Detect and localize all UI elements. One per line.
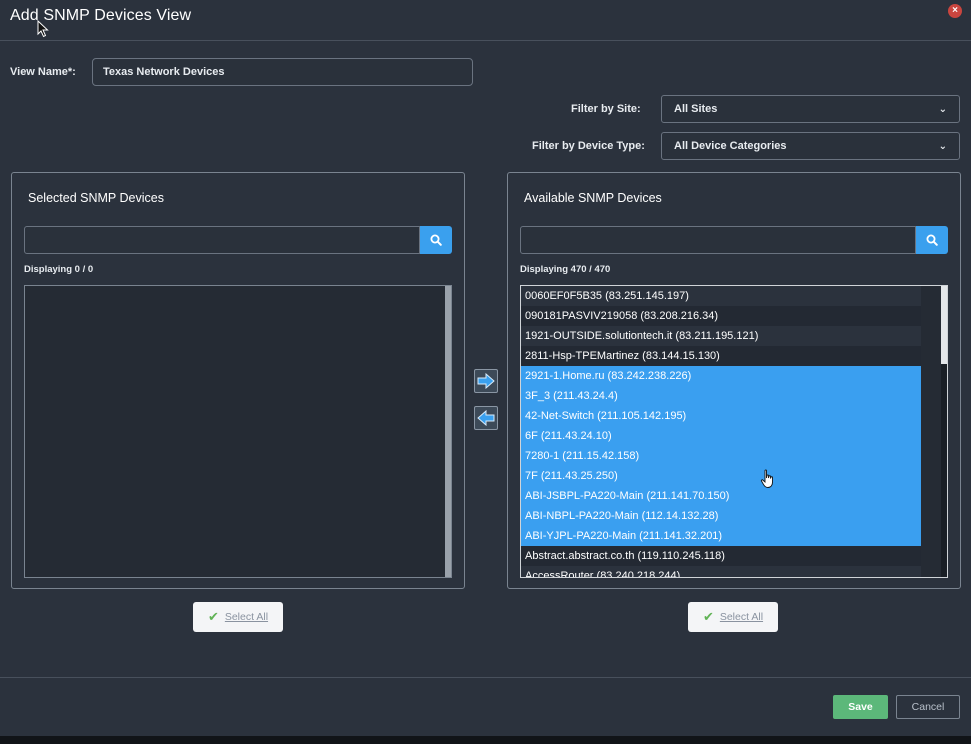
chevron-down-icon: ⌄: [938, 103, 947, 115]
checkmark-icon: ✔: [207, 609, 219, 624]
selected-list-scroll-thumb[interactable]: [445, 286, 451, 577]
header-divider: [0, 40, 971, 41]
device-list-item[interactable]: 3F_3 (211.43.24.4): [521, 386, 921, 406]
available-count: Displaying 470 / 470: [520, 264, 611, 275]
selected-count: Displaying 0 / 0: [24, 264, 94, 275]
device-list-item[interactable]: 0060EF0F5B35 (83.251.145.197): [521, 286, 921, 306]
move-right-button[interactable]: [474, 369, 498, 393]
available-select-all-button[interactable]: ✔ Select All: [688, 602, 778, 632]
available-devices-panel: Available SNMP Devices Displaying 470 / …: [507, 172, 961, 589]
device-list-item[interactable]: ABI-JSBPL-PA220-Main (211.141.70.150): [521, 486, 921, 506]
selected-select-all-button[interactable]: ✔ Select All: [193, 602, 283, 632]
mouse-pointer-icon: [37, 20, 49, 38]
filter-site-label: Filter by Site:: [571, 103, 641, 115]
selected-select-all-label: Select All: [224, 611, 269, 623]
search-icon: [926, 234, 938, 246]
move-left-button[interactable]: [474, 406, 498, 430]
available-list-scrollbar[interactable]: [941, 286, 947, 577]
available-search-button[interactable]: [916, 226, 948, 254]
device-list-item[interactable]: 7F (211.43.25.250): [521, 466, 921, 486]
available-list-scroll-thumb[interactable]: [941, 286, 947, 364]
search-icon: [430, 234, 442, 246]
hand-pointer-icon: [760, 469, 773, 488]
checkmark-icon: ✔: [702, 609, 714, 624]
selected-devices-panel: Selected SNMP Devices Displaying 0 / 0: [11, 172, 465, 589]
cancel-button[interactable]: Cancel: [896, 695, 960, 719]
selected-devices-list[interactable]: [24, 285, 452, 578]
device-list-item[interactable]: 42-Net-Switch (211.105.142.195): [521, 406, 921, 426]
device-list-item[interactable]: ABI-NBPL-PA220-Main (112.14.132.28): [521, 506, 921, 526]
device-list-item[interactable]: ABI-YJPL-PA220-Main (211.141.32.201): [521, 526, 921, 546]
device-list-item[interactable]: 2921-1.Home.ru (83.242.238.226): [521, 366, 921, 386]
view-name-input[interactable]: Texas Network Devices: [92, 58, 473, 86]
selected-list-scrollbar[interactable]: [445, 286, 451, 577]
device-list-item[interactable]: 090181PASVIV219058 (83.208.216.34): [521, 306, 921, 326]
device-list-item[interactable]: 7280-1 (211.15.42.158): [521, 446, 921, 466]
selected-devices-title: Selected SNMP Devices: [28, 191, 164, 205]
filter-device-type-value: All Device Categories: [674, 140, 787, 152]
selected-search-input[interactable]: [24, 226, 420, 254]
arrow-right-icon: [477, 373, 495, 389]
add-snmp-devices-view-dialog: Add SNMP Devices View × View Name*: Texa…: [0, 0, 971, 736]
arrow-left-icon: [477, 410, 495, 426]
available-select-all-label: Select All: [719, 611, 764, 623]
device-list-item[interactable]: Abstract.abstract.co.th (119.110.245.118…: [521, 546, 921, 566]
filter-device-type-select[interactable]: All Device Categories ⌄: [661, 132, 960, 160]
device-list-item[interactable]: 1921-OUTSIDE.solutiontech.it (83.211.195…: [521, 326, 921, 346]
close-icon[interactable]: ×: [948, 4, 962, 18]
chevron-down-icon: ⌄: [938, 140, 947, 152]
save-button[interactable]: Save: [833, 695, 888, 719]
available-devices-list[interactable]: 0060EF0F5B35 (83.251.145.197) 090181PASVI…: [520, 285, 948, 578]
available-search-input[interactable]: [520, 226, 916, 254]
device-list-item[interactable]: 6F (211.43.24.10): [521, 426, 921, 446]
view-name-label: View Name*:: [10, 66, 76, 78]
filter-device-type-label: Filter by Device Type:: [532, 140, 645, 152]
filter-site-value: All Sites: [674, 103, 718, 115]
device-list-item[interactable]: 2811-Hsp-TPEMartinez (83.144.15.130): [521, 346, 921, 366]
available-device-rows: 0060EF0F5B35 (83.251.145.197) 090181PASVI…: [521, 286, 921, 577]
footer-divider: [0, 677, 971, 678]
available-devices-title: Available SNMP Devices: [524, 191, 662, 205]
selected-search-button[interactable]: [420, 226, 452, 254]
filter-site-select[interactable]: All Sites ⌄: [661, 95, 960, 123]
device-list-item[interactable]: AccessRouter (83.240.218.244): [521, 566, 921, 577]
